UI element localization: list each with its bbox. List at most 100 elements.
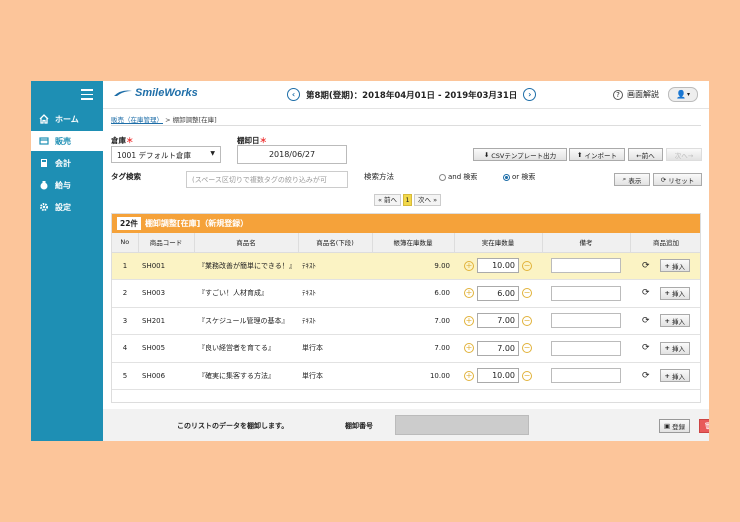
- user-icon: 👤: [676, 90, 686, 99]
- reset-button[interactable]: ⟳ リセット: [653, 173, 702, 186]
- actual-qty-input[interactable]: 10.00: [477, 368, 519, 384]
- pager-next[interactable]: 次へ »: [414, 194, 442, 206]
- minus-icon[interactable]: −: [522, 288, 532, 299]
- memo-input[interactable]: [551, 258, 621, 274]
- pager-current[interactable]: 1: [403, 194, 413, 206]
- or-search-radio[interactable]: or 検索: [503, 172, 535, 182]
- upload-icon: ⬆: [577, 150, 583, 159]
- insert-label: 挿入: [672, 290, 685, 299]
- reset-label: リセット: [668, 176, 695, 185]
- hamburger-menu-icon[interactable]: [81, 89, 93, 103]
- insert-label: 挿入: [672, 262, 685, 271]
- sidebar-item-settings[interactable]: 設定: [31, 197, 103, 217]
- refresh-icon[interactable]: ⟳: [642, 261, 650, 271]
- sidebar-item-label: 給与: [55, 180, 71, 190]
- plus-icon[interactable]: +: [464, 260, 474, 271]
- memo-input[interactable]: [551, 285, 621, 301]
- actual-qty-input[interactable]: 7.00: [477, 340, 519, 356]
- user-menu-button[interactable]: 👤 ▾: [668, 87, 698, 102]
- actual-qty-input[interactable]: 6.00: [477, 285, 519, 301]
- tag-search-input[interactable]: (スペース区切りで複数タグの絞り込みが可: [186, 171, 348, 188]
- logo[interactable]: SmileWorks: [113, 87, 198, 99]
- actual-qty-input[interactable]: 7.00: [477, 313, 519, 329]
- next-button[interactable]: 次へ→: [666, 148, 702, 161]
- minus-icon[interactable]: −: [522, 315, 532, 326]
- cell-book-qty: 10.00: [372, 362, 454, 390]
- record-count: 22件: [117, 217, 141, 230]
- sidebar-item-accounting[interactable]: 会計: [31, 153, 103, 173]
- sidebar-item-payroll[interactable]: 給与: [31, 175, 103, 195]
- actual-qty-input[interactable]: 10.00: [477, 258, 519, 274]
- breadcrumb-current: 棚卸調整[在庫]: [172, 116, 217, 124]
- memo-input[interactable]: [551, 340, 621, 356]
- memo-input[interactable]: [551, 368, 621, 384]
- cell-memo: [542, 334, 630, 363]
- table-title-bar: 22件 棚卸調整[在庫]（新規登録）: [112, 214, 700, 233]
- delete-button[interactable]: 🗑削除: [699, 419, 709, 433]
- plus-icon[interactable]: +: [464, 315, 474, 326]
- plus-icon[interactable]: +: [464, 288, 474, 299]
- cell-add: ⟳ + 挿入: [630, 279, 700, 308]
- insert-button[interactable]: + 挿入: [659, 314, 690, 328]
- insert-button[interactable]: + 挿入: [659, 341, 690, 355]
- prev-button[interactable]: ←前へ: [628, 148, 663, 161]
- cell-no: 5: [112, 362, 138, 390]
- refresh-icon[interactable]: ⟳: [642, 288, 650, 298]
- app-window: ホーム 販売 会計 給与 設定 SmileWorks ‹ 第8期(登期)：201…: [31, 81, 709, 441]
- import-button[interactable]: ⬆ インポート: [569, 148, 625, 161]
- refresh-icon[interactable]: ⟳: [642, 343, 650, 353]
- refresh-icon[interactable]: ⟳: [642, 371, 650, 381]
- cell-actual-qty: +10.00−: [454, 362, 542, 390]
- period-text: 第8期(登期)：2018年04月01日 - 2019年03月31日: [306, 90, 518, 101]
- prev-period-icon[interactable]: ‹: [287, 88, 300, 101]
- minus-icon[interactable]: −: [522, 343, 532, 354]
- sidebar: ホーム 販売 会計 給与 設定: [31, 81, 103, 441]
- insert-button[interactable]: + 挿入: [659, 259, 690, 273]
- period-selector: ‹ 第8期(登期)：2018年04月01日 - 2019年03月31日 ›: [287, 88, 537, 101]
- next-period-icon[interactable]: ›: [523, 88, 537, 101]
- help-link[interactable]: ? 画面解説: [613, 89, 659, 100]
- sidebar-item-sales[interactable]: 販売: [31, 131, 103, 151]
- pager-prev[interactable]: « 前へ: [374, 194, 402, 206]
- col-header: No: [112, 233, 139, 253]
- cell-subname: ﾃｷｽﾄ: [298, 307, 372, 335]
- footer-message: このリストのデータを棚卸します。: [177, 422, 289, 430]
- breadcrumb-link[interactable]: 販売（在庫管理）: [111, 116, 163, 124]
- inventory-number-label: 棚卸番号: [345, 422, 373, 430]
- plus-icon[interactable]: +: [464, 343, 474, 354]
- cell-actual-qty: +6.00−: [454, 279, 542, 308]
- import-label: インポート: [584, 151, 617, 160]
- sidebar-item-home[interactable]: ホーム: [31, 109, 103, 129]
- cell-book-qty: 6.00: [372, 279, 454, 308]
- warehouse-select[interactable]: 1001 デフォルト倉庫 ▼: [111, 146, 221, 163]
- cell-subname: 単行本: [298, 362, 372, 390]
- plus-icon[interactable]: +: [464, 370, 474, 381]
- cell-no: 3: [112, 307, 138, 335]
- minus-icon[interactable]: −: [522, 260, 532, 271]
- date-input[interactable]: 2018/06/27: [237, 145, 347, 164]
- csv-template-button[interactable]: ⬇ CSVテンプレート出力: [473, 148, 567, 161]
- refresh-icon[interactable]: ⟳: [642, 316, 650, 326]
- cell-name: 『すごい！人材育成』: [194, 279, 298, 308]
- cell-no: 2: [112, 279, 138, 308]
- insert-button[interactable]: + 挿入: [659, 369, 690, 383]
- display-button[interactable]: ⌕ 表示: [614, 173, 650, 186]
- cell-actual-qty: +7.00−: [454, 334, 542, 363]
- insert-button[interactable]: + 挿入: [659, 286, 690, 300]
- header: SmileWorks ‹ 第8期(登期)：2018年04月01日 - 2019年…: [103, 81, 709, 109]
- col-header: 帳簿在庫数量: [372, 233, 455, 253]
- sidebar-item-label: 販売: [55, 136, 71, 146]
- cell-code: SH003: [138, 279, 194, 308]
- cell-book-qty: 7.00: [372, 307, 454, 335]
- table-row: 2 SH003 『すごい！人材育成』 ﾃｷｽﾄ 6.00 +6.00− ⟳ + 挿入: [112, 279, 700, 308]
- chevron-down-icon: ▾: [686, 91, 690, 98]
- minus-icon[interactable]: −: [522, 370, 532, 381]
- table-row: 5 SH006 『確実に集客する方法』 単行本 10.00 +10.00− ⟳ + 挿入: [112, 362, 700, 390]
- memo-input[interactable]: [551, 313, 621, 329]
- table-title: 棚卸調整[在庫]（新規登録）: [144, 219, 249, 228]
- col-header: 商品名(下段): [298, 233, 373, 253]
- register-button[interactable]: ▣ 登録: [659, 419, 691, 433]
- and-search-radio[interactable]: and 検索: [439, 172, 477, 182]
- cell-subname: ﾃｷｽﾄ: [298, 252, 372, 280]
- insert-label: 挿入: [672, 345, 685, 354]
